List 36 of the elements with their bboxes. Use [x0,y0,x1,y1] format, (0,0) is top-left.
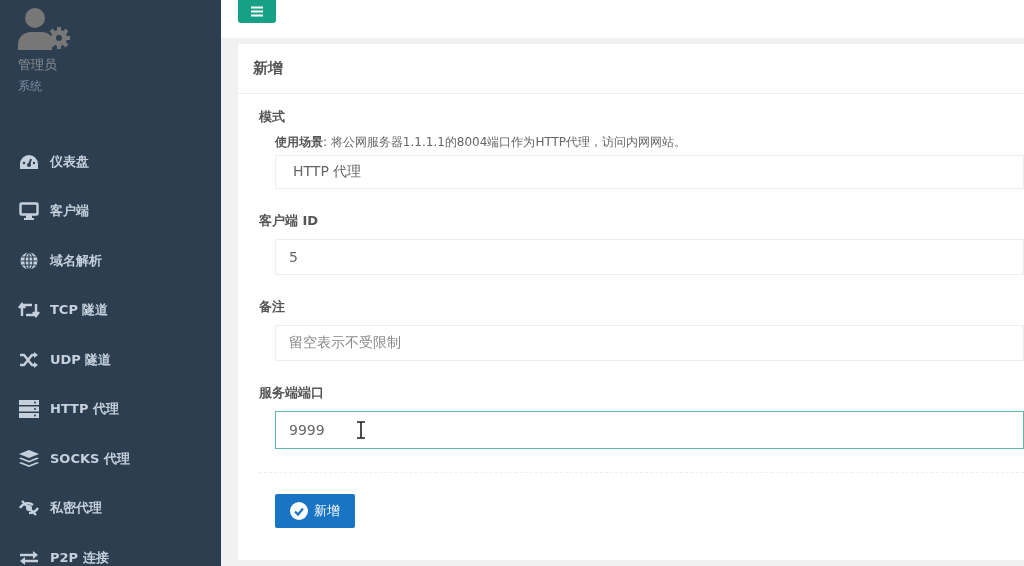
sidebar-item[interactable]: TCP 隧道 [50,301,109,320]
input-field[interactable]: 5 [275,239,1024,275]
user-role: 系统 [18,78,42,95]
layers-icon [19,449,39,468]
text-cursor-icon [356,421,366,439]
help-text: 使用场景: 将公网服务器1.1.1.1的8004端口作为HTTP代理，访问内网网站。 [275,134,687,151]
field-label: 服务端端口 [259,384,324,402]
retweet-icon [18,302,40,319]
select-field[interactable]: HTTP 代理 [275,155,1024,189]
shuffle-icon [19,351,39,368]
menu-button[interactable] [238,0,276,23]
sidebar-item[interactable]: P2P 连接 [50,548,109,566]
gauge-icon [19,153,39,170]
user-settings-icon [18,8,70,50]
input-field[interactable]: 9999 [275,411,1024,449]
exchange-icon [19,549,39,566]
server-icon [19,400,39,419]
sidebar-item[interactable]: HTTP 代理 [50,400,119,419]
sidebar-item[interactable]: 域名解析 [50,251,102,270]
sidebar-item[interactable]: UDP 隧道 [50,350,112,369]
sidebar-item[interactable]: SOCKS 代理 [50,449,130,468]
globe-icon [20,251,38,270]
user-name: 管理员 [18,56,57,74]
eye-slash-icon [19,499,39,518]
sidebar-item[interactable]: 私密代理 [50,499,102,518]
card-title: 新增 [253,59,283,78]
sidebar-item[interactable]: 客户端 [50,202,89,221]
field-label: 模式 [259,108,285,126]
monitor-icon [19,202,39,221]
field-label: 备注 [259,298,285,316]
check-circle-icon [290,502,308,520]
input-field[interactable]: 留空表示不受限制 [275,325,1024,361]
sidebar-item[interactable]: 仪表盘 [50,152,89,171]
menu-icon [251,6,263,17]
field-label: 客户端 ID [259,212,319,230]
submit-button[interactable]: 新增 [275,494,355,528]
